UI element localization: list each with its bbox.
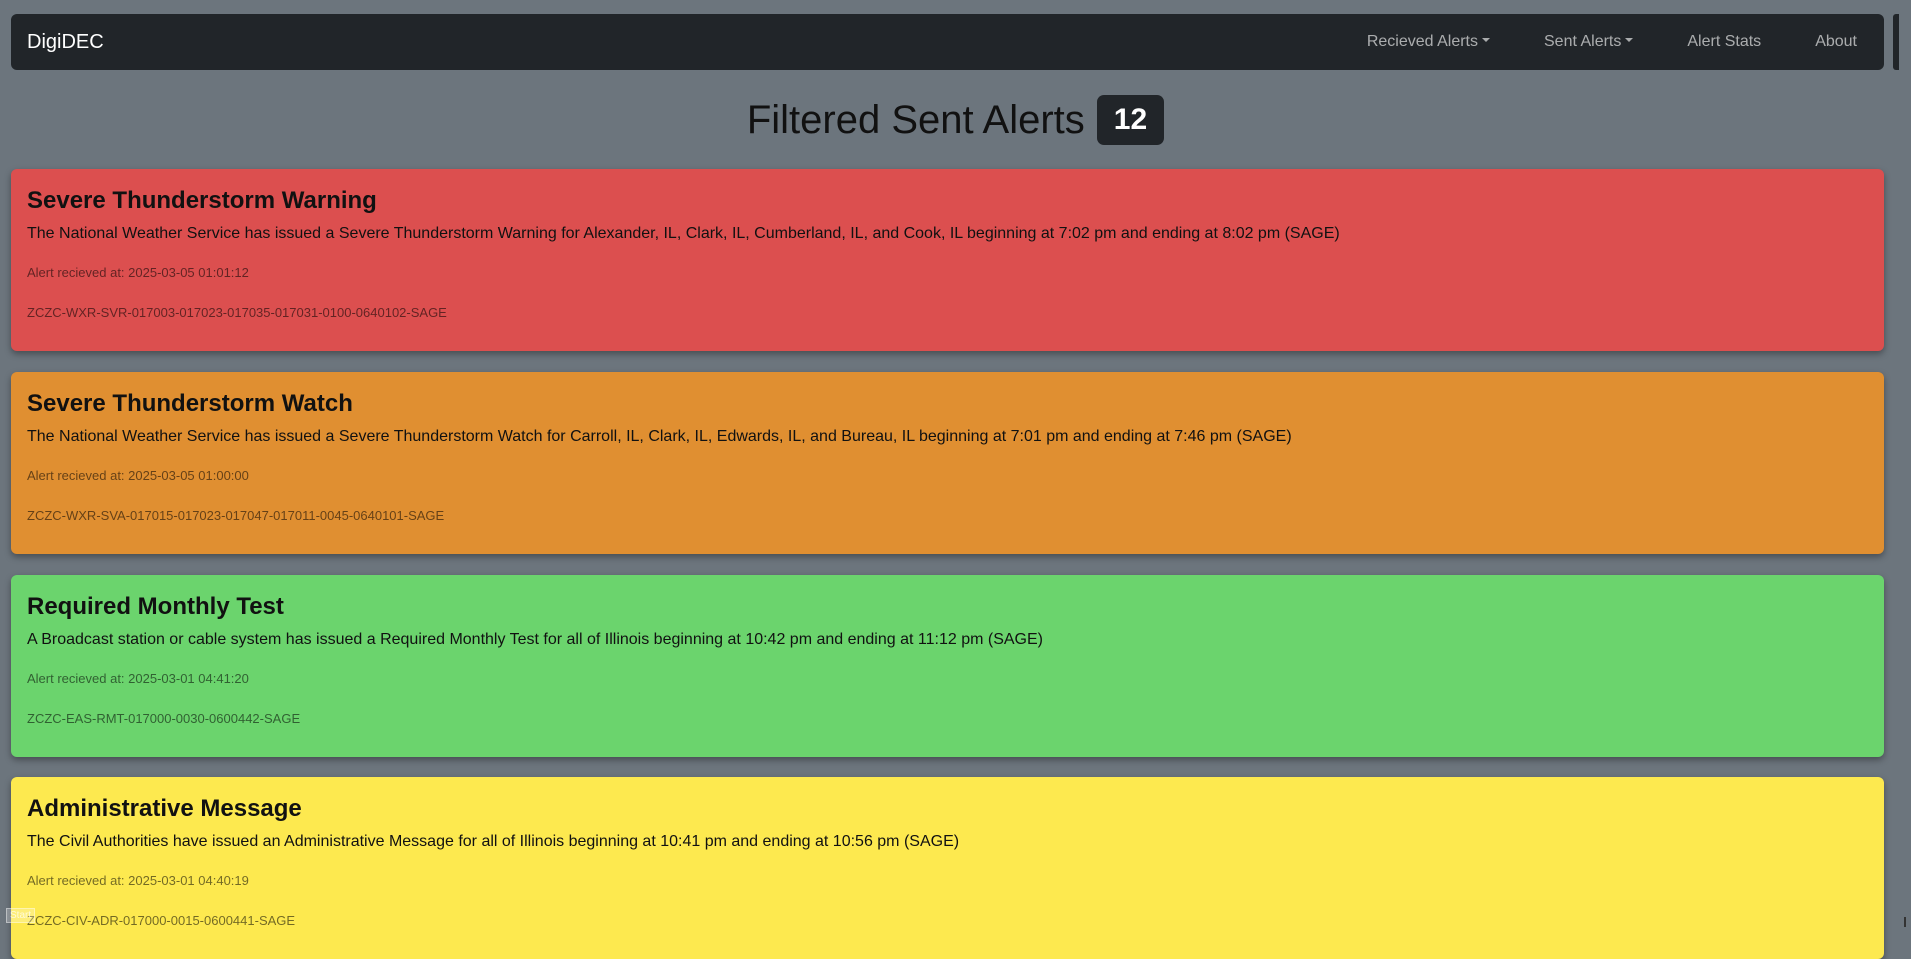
nav-sent-alerts-dropdown[interactable]: Sent Alerts xyxy=(1517,33,1660,51)
alert-received-time: Alert recieved at: 2025-03-01 04:41:20 xyxy=(27,671,249,686)
nav-about-link[interactable]: About xyxy=(1788,33,1868,51)
alert-description: The National Weather Service has issued … xyxy=(27,225,1340,242)
alert-description: The National Weather Service has issued … xyxy=(27,428,1292,445)
nav-about-label: About xyxy=(1815,33,1857,50)
alert-title: Required Monthly Test xyxy=(27,593,284,620)
start-button[interactable]: Start xyxy=(6,908,36,923)
alert-title: Severe Thunderstorm Watch xyxy=(27,390,353,417)
top-navbar: DigiDEC Recieved Alerts Sent Alerts Aler… xyxy=(11,14,1884,70)
nav-received-alerts-dropdown[interactable]: Recieved Alerts xyxy=(1340,33,1517,51)
alert-description: The Civil Authorities have issued an Adm… xyxy=(27,833,960,850)
chevron-down-icon xyxy=(1625,38,1634,42)
page-heading: Filtered Sent Alerts 12 xyxy=(0,94,1911,146)
alert-description: A Broadcast station or cable system has … xyxy=(27,631,1043,648)
nav-alert-stats-label: Alert Stats xyxy=(1687,33,1762,50)
alert-received-time: Alert recieved at: 2025-03-05 01:00:00 xyxy=(27,468,249,483)
brand-logo[interactable]: DigiDEC xyxy=(27,31,104,54)
alert-received-time: Alert recieved at: 2025-03-05 01:01:12 xyxy=(27,265,249,280)
alert-title: Severe Thunderstorm Warning xyxy=(27,187,377,214)
alert-same-code: ZCZC-EAS-RMT-017000-0030-0600442-SAGE xyxy=(27,711,301,726)
page-title: Filtered Sent Alerts xyxy=(746,97,1085,142)
alert-card[interactable]: Severe Thunderstorm Watch The National W… xyxy=(11,372,1884,554)
alert-card[interactable]: Severe Thunderstorm Warning The National… xyxy=(11,169,1884,351)
nav-alert-stats-link[interactable]: Alert Stats xyxy=(1660,33,1788,51)
alert-same-code: ZCZC-CIV-ADR-017000-0015-0600441-SAGE xyxy=(27,913,296,928)
alert-same-code: ZCZC-WXR-SVR-017003-017023-017035-017031… xyxy=(27,305,447,320)
alert-title: Administrative Message xyxy=(27,795,302,822)
alert-received-time: Alert recieved at: 2025-03-01 04:40:19 xyxy=(27,873,249,888)
side-panel-edge xyxy=(1893,14,1899,70)
alert-card[interactable]: Required Monthly Test A Broadcast statio… xyxy=(11,575,1884,757)
alert-card[interactable]: Administrative Message The Civil Authori… xyxy=(11,777,1884,959)
alert-count-badge: 12 xyxy=(1096,95,1165,145)
chevron-down-icon xyxy=(1482,38,1490,42)
nav-sent-alerts-label: Sent Alerts xyxy=(1544,33,1622,50)
alert-same-code: ZCZC-WXR-SVA-017015-017023-017047-017011… xyxy=(27,508,445,523)
resize-handle[interactable] xyxy=(1904,917,1906,927)
nav-received-alerts-label: Recieved Alerts xyxy=(1366,33,1478,50)
nav-menu: Recieved Alerts Sent Alerts Alert Stats … xyxy=(1340,14,1868,70)
